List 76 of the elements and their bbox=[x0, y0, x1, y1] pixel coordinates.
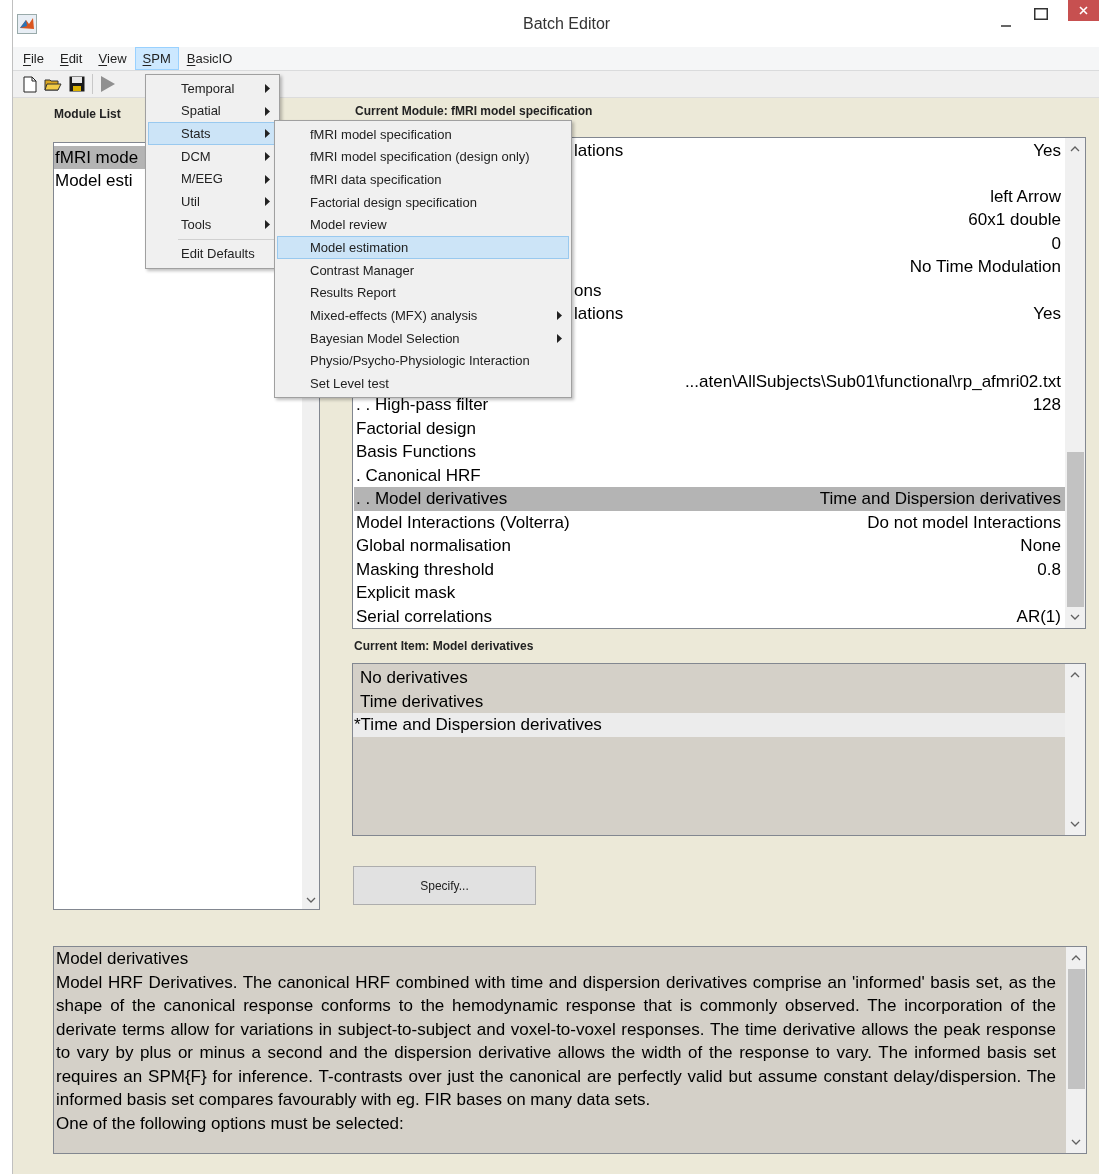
menu-item[interactable]: M/EEG bbox=[148, 167, 277, 191]
submenu-arrow-icon bbox=[557, 311, 562, 321]
menu-item[interactable]: Bayesian Model Selection bbox=[277, 327, 569, 350]
scroll-up-icon[interactable] bbox=[1070, 672, 1080, 678]
menu-item[interactable]: Spatial bbox=[148, 99, 277, 123]
menu-item[interactable]: fMRI model specification bbox=[277, 123, 569, 146]
help-title: Model derivatives bbox=[56, 948, 190, 970]
scroll-up-icon[interactable] bbox=[1071, 955, 1081, 961]
settings-row[interactable]: Global normalisation None bbox=[354, 534, 1065, 558]
scroll-down-icon[interactable] bbox=[305, 897, 316, 903]
settings-row[interactable]: Basis Functions bbox=[354, 440, 1065, 464]
menu-item[interactable]: Results Report bbox=[277, 281, 569, 305]
menu-bar-item[interactable]: View bbox=[90, 47, 135, 70]
close-icon bbox=[1079, 6, 1088, 15]
scroll-down-icon[interactable] bbox=[1070, 821, 1080, 827]
menu-bar-item[interactable]: SPM bbox=[134, 47, 179, 70]
help-footer: One of the following options must be selected: bbox=[56, 1111, 1056, 1135]
menu-item[interactable]: fMRI model specification (design only) bbox=[277, 145, 569, 169]
maximize-icon[interactable] bbox=[1034, 8, 1048, 20]
open-folder-icon[interactable] bbox=[44, 76, 62, 92]
close-button[interactable] bbox=[1068, 0, 1099, 21]
option-item[interactable]: No derivatives bbox=[353, 666, 1065, 690]
menu-item[interactable]: Temporal bbox=[148, 77, 277, 100]
submenu-arrow-icon bbox=[265, 151, 270, 161]
submenu-arrow-icon bbox=[265, 219, 270, 229]
submenu-arrow-icon bbox=[265, 197, 270, 207]
settings-row[interactable]: . . High-pass filter 128 bbox=[354, 393, 1065, 417]
scrollbar-thumb[interactable] bbox=[1066, 452, 1084, 607]
new-file-icon[interactable] bbox=[23, 75, 37, 93]
settings-row[interactable]: Factorial design bbox=[354, 416, 1065, 440]
submenu-arrow-icon bbox=[557, 334, 562, 344]
help-text: Model HRF Derivatives. The canonical HRF combined with time and dispersion derivatives comprise an 'informed' basis set, as the shape of the canonical response conforms to the hemodynamic response that is commonly observed. The incorporation of the derivate terms allow for variations in subject-to-subject and voxel-to-voxel responses. The time derivative allows the peak response to vary by plus or minus a second and the dispersion derivative allows the width of the response to vary. The informed basis set requires an SPM{F} for inference. T-contrasts over just the canonical are perfectly valid but assume constant delay/dispersion. The informed basis set compares favourably with eg. FIR bases on many data sets. bbox=[56, 971, 1056, 1111]
menu-item[interactable]: fMRI data specification bbox=[277, 168, 569, 192]
menu-item[interactable]: Factorial design specification bbox=[277, 191, 569, 214]
settings-row[interactable]: Serial correlations AR(1) bbox=[354, 604, 1065, 628]
current-module-title: Current Module: fMRI model specification bbox=[355, 104, 593, 118]
run-icon[interactable] bbox=[100, 75, 116, 93]
current-item-title: Current Item: Model derivatives bbox=[354, 638, 534, 655]
menu-item[interactable]: Set Level test bbox=[277, 372, 569, 396]
menu-item[interactable]: Physio/Psycho-Physiologic Interaction bbox=[277, 349, 569, 373]
menu-item[interactable]: Stats bbox=[148, 122, 277, 146]
specify-button[interactable]: Specify... bbox=[353, 866, 536, 905]
scrollbar[interactable] bbox=[1066, 947, 1086, 1153]
submenu-arrow-icon bbox=[265, 106, 270, 116]
settings-row[interactable]: Model Interactions (Volterra) Do not model Interactions bbox=[354, 510, 1065, 534]
scroll-up-icon[interactable] bbox=[1070, 146, 1080, 152]
menu-item[interactable]: Mixed-effects (MFX) analysis bbox=[277, 304, 569, 328]
menu-item[interactable]: Tools bbox=[148, 213, 277, 236]
menu-bar-item[interactable]: File bbox=[15, 47, 52, 70]
app-logo-icon bbox=[17, 13, 37, 34]
window-title: Batch Editor bbox=[523, 13, 611, 34]
menu-item[interactable]: DCM bbox=[148, 145, 277, 168]
menu-bar-item[interactable]: Edit bbox=[51, 47, 91, 70]
menu-item[interactable]: Util bbox=[148, 190, 277, 214]
settings-row[interactable]: Explicit mask bbox=[354, 581, 1065, 605]
menu-bar-item[interactable]: BasicIO bbox=[178, 47, 241, 70]
menu-item[interactable]: Model estimation bbox=[277, 236, 569, 260]
submenu-arrow-icon bbox=[265, 83, 270, 93]
scrollbar[interactable] bbox=[1065, 664, 1085, 835]
option-item[interactable]: Time derivatives bbox=[353, 689, 1065, 713]
submenu-arrow-icon bbox=[265, 129, 270, 139]
option-item[interactable]: *Time and Dispersion derivatives bbox=[353, 713, 1065, 737]
module-list-title: Module List bbox=[54, 106, 121, 123]
scrollbar-thumb[interactable] bbox=[1067, 969, 1085, 1089]
scrollbar[interactable] bbox=[1065, 138, 1085, 628]
settings-row[interactable]: Masking threshold 0.8 bbox=[354, 557, 1065, 581]
submenu-arrow-icon bbox=[265, 174, 270, 184]
save-icon[interactable] bbox=[69, 76, 85, 92]
menu-item[interactable]: Model review bbox=[277, 213, 569, 237]
menu-item[interactable]: Edit Defaults bbox=[148, 242, 277, 266]
scroll-down-icon[interactable] bbox=[1071, 1139, 1081, 1145]
settings-row[interactable]: . Canonical HRF bbox=[354, 463, 1065, 487]
menu-item[interactable]: Contrast Manager bbox=[277, 259, 569, 282]
module-list-item[interactable]: fMRI mode bbox=[54, 146, 147, 169]
settings-row[interactable]: . . Model derivatives Time and Dispersion derivatives bbox=[354, 487, 1065, 511]
scroll-down-icon[interactable] bbox=[1070, 614, 1080, 620]
